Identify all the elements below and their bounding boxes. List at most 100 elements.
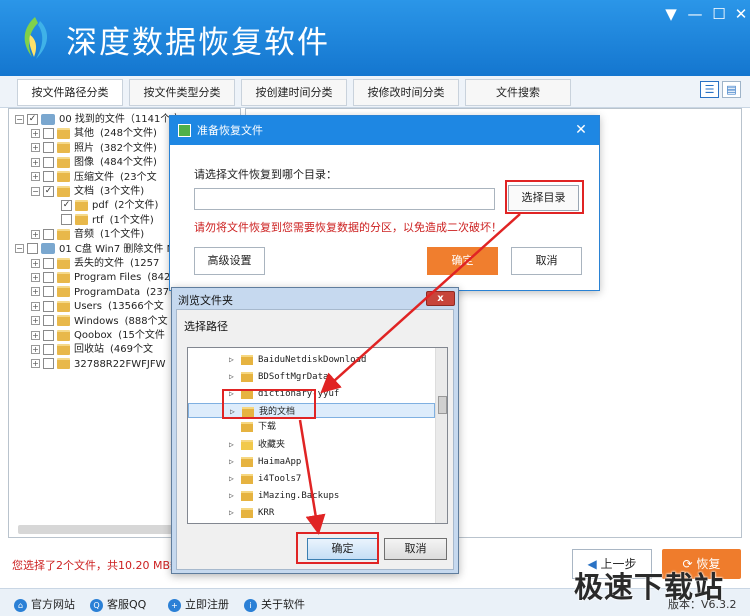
close-icon[interactable]: ✕ (571, 120, 591, 140)
tree-item[interactable]: + 音频 (1个文件) (31, 228, 144, 242)
expand-icon[interactable]: + (31, 301, 40, 311)
target-dir-input[interactable] (194, 188, 495, 210)
tree-item[interactable]: + 压缩文件 (23个文 (31, 171, 157, 185)
advanced-settings-button[interactable]: 高级设置 (194, 247, 265, 275)
register-link[interactable]: + 立即注册 (168, 596, 229, 612)
expand-arrow-icon[interactable]: ▷ (229, 352, 237, 367)
folder-item[interactable]: ▷ i4Tools7 (188, 471, 435, 486)
checkbox[interactable]: ✓ (43, 185, 54, 197)
tree-item[interactable]: − 01 C盘 Win7 删除文件 N (15, 243, 180, 257)
close-window-icon[interactable]: ✕ (730, 4, 750, 24)
tree-item[interactable]: rtf (1个文件) (49, 214, 154, 228)
expand-icon[interactable]: + (31, 330, 40, 340)
tab-by-type[interactable]: 按文件类型分类 (129, 79, 235, 106)
checkbox[interactable] (43, 171, 54, 183)
collapse-icon[interactable]: − (15, 114, 24, 124)
tree-item[interactable]: + 图像 (484个文件) (31, 156, 157, 170)
tree-item[interactable]: + 丢失的文件 (1257 (31, 257, 159, 271)
folder-item[interactable]: ▷ KRR (188, 505, 435, 520)
checkbox[interactable] (43, 286, 54, 298)
expand-icon[interactable]: + (31, 258, 40, 268)
expand-icon[interactable]: + (31, 287, 40, 297)
folder-icon (241, 354, 253, 365)
folder-item[interactable]: ▷ 收藏夹 (188, 437, 435, 452)
folder-item[interactable]: ▷ iMazing.Backups (188, 488, 435, 503)
tree-item[interactable]: + Qoobox (15个文件 (31, 329, 165, 343)
checkbox[interactable] (43, 300, 54, 312)
checkbox[interactable] (61, 214, 72, 226)
about-link[interactable]: i 关于软件 (244, 596, 305, 612)
checkbox[interactable] (43, 343, 54, 355)
checkbox[interactable]: ✓ (27, 113, 38, 125)
checkbox[interactable] (43, 127, 54, 139)
tree-item-label: 音频 (74, 229, 94, 241)
expand-icon[interactable]: + (31, 344, 40, 354)
folder-item[interactable]: ▷ BaiduNetdiskDownload (188, 352, 435, 367)
tab-by-modified-time[interactable]: 按修改时间分类 (353, 79, 459, 106)
support-qq-link[interactable]: Q 客服QQ (90, 596, 146, 612)
cancel-button[interactable]: 取消 (384, 538, 447, 560)
folder-item[interactable]: ▷ HaimaApp (188, 454, 435, 469)
folder-item[interactable]: ▷ BDSoftMgrData (188, 369, 435, 384)
folder-item[interactable]: 下载 (188, 420, 435, 435)
checkbox[interactable] (43, 329, 54, 341)
checkbox[interactable] (43, 358, 54, 370)
expand-arrow-icon[interactable]: ▷ (229, 471, 237, 486)
expand-arrow-icon[interactable]: ▷ (229, 488, 237, 503)
list-view-icon[interactable]: ☰ (700, 81, 719, 98)
folder-icon (57, 185, 70, 197)
collapse-icon[interactable]: − (31, 186, 40, 196)
close-icon[interactable]: x (426, 291, 455, 306)
checkbox[interactable] (43, 257, 54, 269)
maximize-icon[interactable]: ☐ (708, 4, 730, 24)
expand-arrow-icon[interactable]: ▷ (229, 505, 237, 520)
tree-item[interactable]: +32788R22FWFJFW (31, 358, 171, 372)
tree-item[interactable]: + Users (13566个文 (31, 300, 164, 314)
menu-dropdown-icon[interactable]: ▼ (660, 4, 682, 24)
checkbox[interactable] (43, 228, 54, 240)
expand-icon[interactable]: + (31, 157, 40, 167)
collapse-icon[interactable]: − (15, 244, 24, 254)
expand-icon[interactable]: + (31, 316, 40, 326)
official-site-link[interactable]: ⌂ 官方网站 (14, 596, 75, 612)
checkbox[interactable] (43, 315, 54, 327)
tree-item[interactable]: + 照片 (382个文件) (31, 142, 157, 156)
tree-item[interactable]: + ProgramData (237 (31, 286, 169, 300)
tree-item-label: rtf (92, 214, 104, 226)
cancel-button[interactable]: 取消 (511, 247, 582, 275)
detail-view-icon[interactable]: ▤ (722, 81, 741, 98)
expand-arrow-icon[interactable]: ▷ (229, 454, 237, 469)
tree-item[interactable]: + 回收站 (469个文 (31, 343, 153, 357)
tree-item[interactable]: + 其他 (248个文件) (31, 127, 157, 141)
minimize-icon[interactable]: — (684, 4, 706, 24)
checkbox[interactable] (27, 243, 38, 255)
tree-item[interactable]: + Program Files (842 (31, 271, 170, 285)
checkbox[interactable] (43, 271, 54, 283)
ok-button[interactable]: 确定 (427, 247, 498, 275)
official-site-label: 官方网站 (31, 598, 75, 611)
expand-icon[interactable]: + (31, 143, 40, 153)
vertical-scrollbar[interactable] (435, 348, 447, 523)
expand-icon[interactable]: + (31, 359, 40, 369)
checkbox[interactable] (43, 142, 54, 154)
dialog-app-icon (178, 124, 191, 137)
tab-by-path[interactable]: 按文件路径分类 (17, 79, 123, 106)
folder-name: KRR (258, 508, 275, 518)
tree-item[interactable]: + Windows (888个文 (31, 315, 168, 329)
expand-icon[interactable]: + (31, 128, 40, 138)
tree-item[interactable]: − ✓ 00 找到的文件（1141个文 (15, 113, 186, 127)
tree-item[interactable]: − ✓ 文档 (3个文件) (31, 185, 144, 199)
folder-icon (241, 421, 253, 432)
checkbox[interactable]: ✓ (61, 199, 72, 211)
expand-arrow-icon[interactable]: ▷ (229, 369, 237, 384)
scroll-thumb[interactable] (438, 396, 447, 414)
expand-icon[interactable]: + (31, 229, 40, 239)
checkbox[interactable] (43, 156, 54, 168)
expand-arrow-icon[interactable]: ▷ (229, 437, 237, 452)
expand-icon[interactable]: + (31, 172, 40, 182)
tab-by-created-time[interactable]: 按创建时间分类 (241, 79, 347, 106)
tree-item-label: Users (74, 301, 103, 313)
tree-item[interactable]: ✓ pdf (2个文件) (49, 199, 158, 213)
tab-file-search[interactable]: 文件搜索 (465, 79, 571, 106)
expand-icon[interactable]: + (31, 272, 40, 282)
